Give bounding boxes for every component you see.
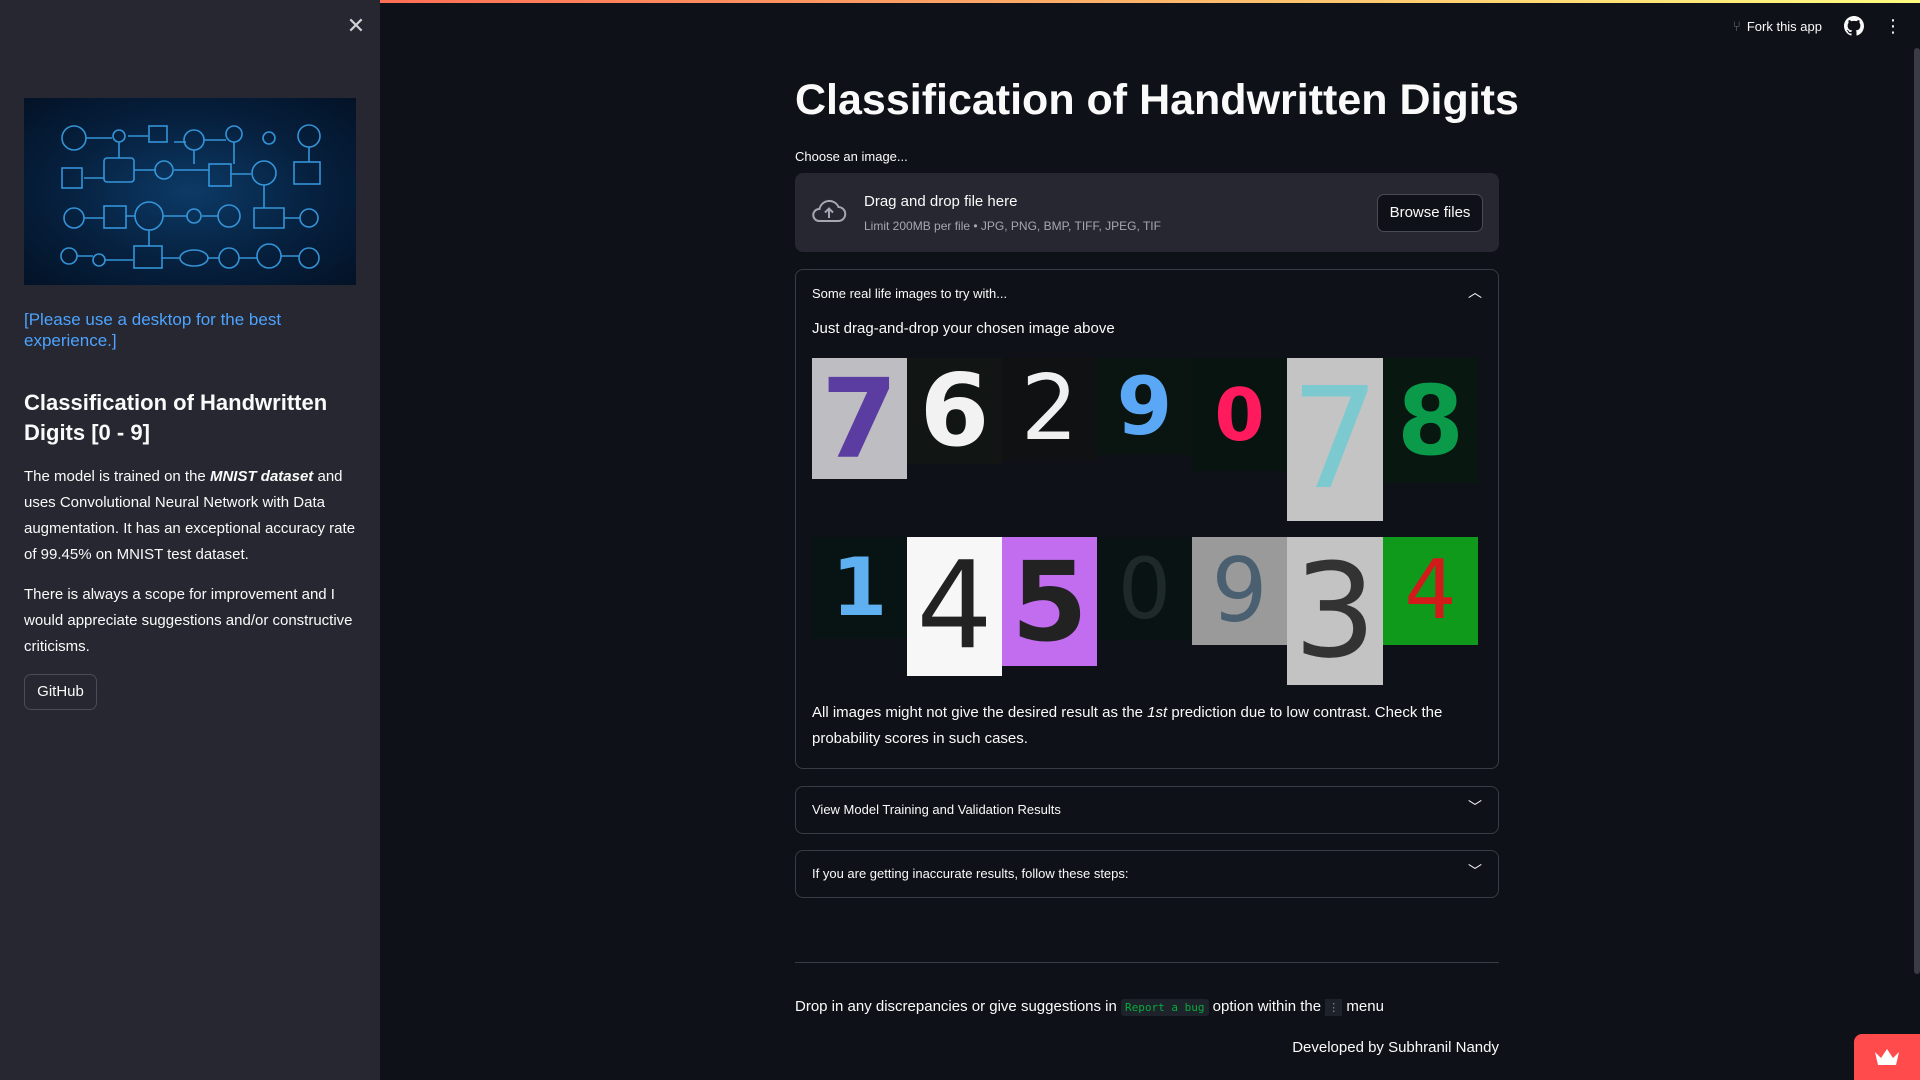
close-icon[interactable]: ✕ — [344, 14, 368, 38]
chevron-down-icon[interactable]: ﹀ — [1468, 861, 1482, 881]
expander-header[interactable]: Some real life images to try with... — [812, 286, 1007, 301]
sidebar-feedback-text: There is always a scope for improvement … — [24, 586, 353, 655]
sample-image-9: 9 — [1097, 358, 1192, 455]
uploader-label: Choose an image... — [795, 149, 908, 164]
dropzone-title: Drag and drop file here — [864, 193, 1018, 210]
sidebar-hero-image — [24, 98, 356, 285]
desktop-note-link[interactable]: [Please use a desktop for the best exper… — [24, 309, 324, 351]
sample-image-9b: 9 — [1192, 537, 1287, 645]
divider — [795, 962, 1499, 963]
sample-image-7b: 7 — [1287, 358, 1383, 521]
sample-image-1: 1 — [812, 537, 907, 638]
app-header: ⑂ Fork this app ⋮ — [1732, 14, 1920, 38]
expander-intro: Just drag-and-drop your chosen image abo… — [812, 320, 1115, 337]
sample-image-6: 6 — [907, 358, 1002, 464]
fork-app-button[interactable]: ⑂ Fork this app — [1732, 18, 1822, 34]
developer-credit: Developed by Subhranil Nandy — [1292, 1039, 1499, 1056]
scrollbar[interactable] — [1914, 48, 1920, 974]
sample-image-4: 4 — [907, 537, 1002, 676]
kebab-menu-icon[interactable]: ⋮ — [1884, 17, 1902, 35]
expander-header[interactable]: View Model Training and Validation Resul… — [812, 802, 1061, 817]
file-dropzone[interactable]: Drag and drop file here Limit 200MB per … — [795, 173, 1499, 252]
expander-header[interactable]: If you are getting inaccurate results, f… — [812, 866, 1129, 881]
sample-images-expander: Some real life images to try with... ︿ J… — [795, 269, 1499, 769]
menu-dots-inline: ⋮ — [1325, 999, 1343, 1016]
sample-image-0b: 0 — [1097, 537, 1192, 640]
chevron-down-icon[interactable]: ﹀ — [1468, 797, 1482, 817]
sample-image-5: 5 — [1002, 537, 1097, 666]
github-icon[interactable] — [1844, 16, 1864, 36]
chevron-up-icon[interactable]: ︿ — [1468, 282, 1482, 302]
sample-image-0: 0 — [1192, 358, 1287, 471]
streamlit-crown-button[interactable] — [1854, 1034, 1920, 1080]
browse-files-button[interactable]: Browse files — [1377, 194, 1483, 232]
crown-icon — [1875, 1049, 1899, 1065]
fork-icon: ⑂ — [1732, 18, 1741, 34]
sidebar-description: The model is trained on the MNIST datase… — [24, 468, 356, 563]
circuit-icons-illustration — [60, 124, 321, 269]
sidebar: ✕ [Please use a desktop for the best exp… — [0, 0, 380, 1080]
page-title: Classification of Handwritten Digits — [795, 76, 1519, 124]
cloud-upload-icon — [812, 199, 847, 223]
troubleshooting-expander[interactable]: If you are getting inaccurate results, f… — [795, 850, 1499, 898]
sample-image-7: 7 — [812, 358, 907, 479]
report-bug-code: Report a bug — [1121, 999, 1209, 1016]
sample-image-2: 2 — [1002, 358, 1097, 459]
github-button[interactable]: GitHub — [24, 674, 97, 710]
sample-image-3: 3 — [1287, 537, 1383, 685]
mnist-emphasis: MNIST dataset — [209, 468, 314, 485]
sidebar-title: Classification of Handwritten Digits [0 … — [24, 390, 328, 445]
sample-image-8: 8 — [1383, 358, 1478, 483]
expander-note: All images might not give the desired re… — [812, 704, 1443, 747]
sample-image-4b: 4 — [1383, 537, 1478, 645]
footer-feedback-text: Drop in any discrepancies or give sugges… — [795, 998, 1384, 1016]
dropzone-limits: Limit 200MB per file • JPG, PNG, BMP, TI… — [864, 219, 1161, 233]
training-results-expander[interactable]: View Model Training and Validation Resul… — [795, 786, 1499, 834]
